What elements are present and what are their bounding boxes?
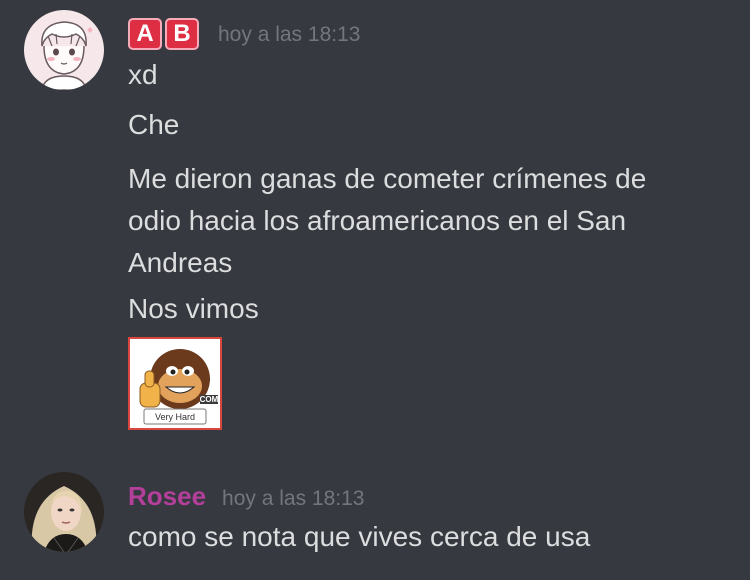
message-text: Nos vimos (128, 293, 259, 324)
avatar[interactable] (24, 472, 104, 552)
sticker-label: Very Hard (155, 412, 195, 422)
message-text: Che (128, 109, 180, 140)
message-text: como se nota que vives cerca de usa (128, 521, 591, 552)
sticker-badge-text: COM (200, 395, 219, 404)
avatar-photo-icon (24, 472, 104, 552)
author-badge-b[interactable]: B (165, 18, 199, 50)
timestamp[interactable]: hoy a las 18:13 (218, 19, 360, 51)
author-name[interactable]: Rosee (128, 480, 206, 512)
timestamp[interactable]: hoy a las 18:13 (222, 483, 364, 515)
message-text: Me dieron ganas de cometer crímenes de o… (128, 163, 647, 278)
message-text: xd (128, 59, 158, 90)
sticker[interactable]: COM Very Hard (128, 337, 222, 430)
avatar-drawing-icon (24, 10, 104, 90)
message-header: Rosee hoy a las 18:13 (128, 480, 364, 515)
author-badge-a[interactable]: A (128, 18, 162, 50)
message-header: A B hoy a las 18:13 (128, 18, 360, 51)
avatar[interactable] (24, 10, 104, 90)
thumbs-up-ape-sticker-icon: COM Very Hard (130, 339, 220, 428)
